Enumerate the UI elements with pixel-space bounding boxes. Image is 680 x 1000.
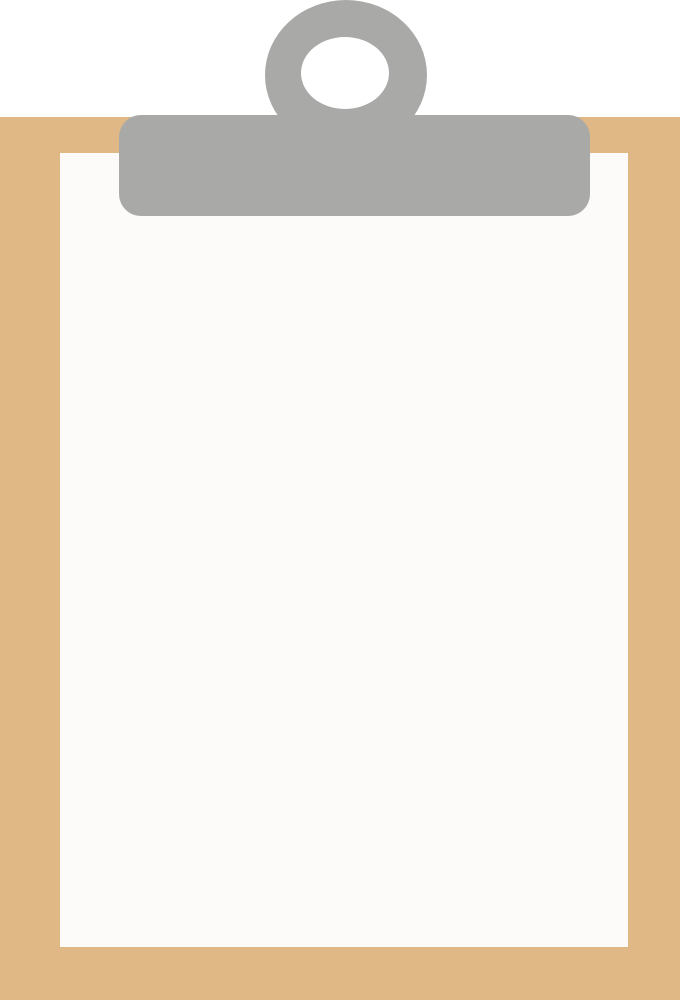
clip-ring-hole (301, 37, 389, 109)
clipboard-icon (0, 0, 680, 1000)
clip-bar (119, 115, 590, 216)
clipboard-paper (60, 153, 628, 947)
